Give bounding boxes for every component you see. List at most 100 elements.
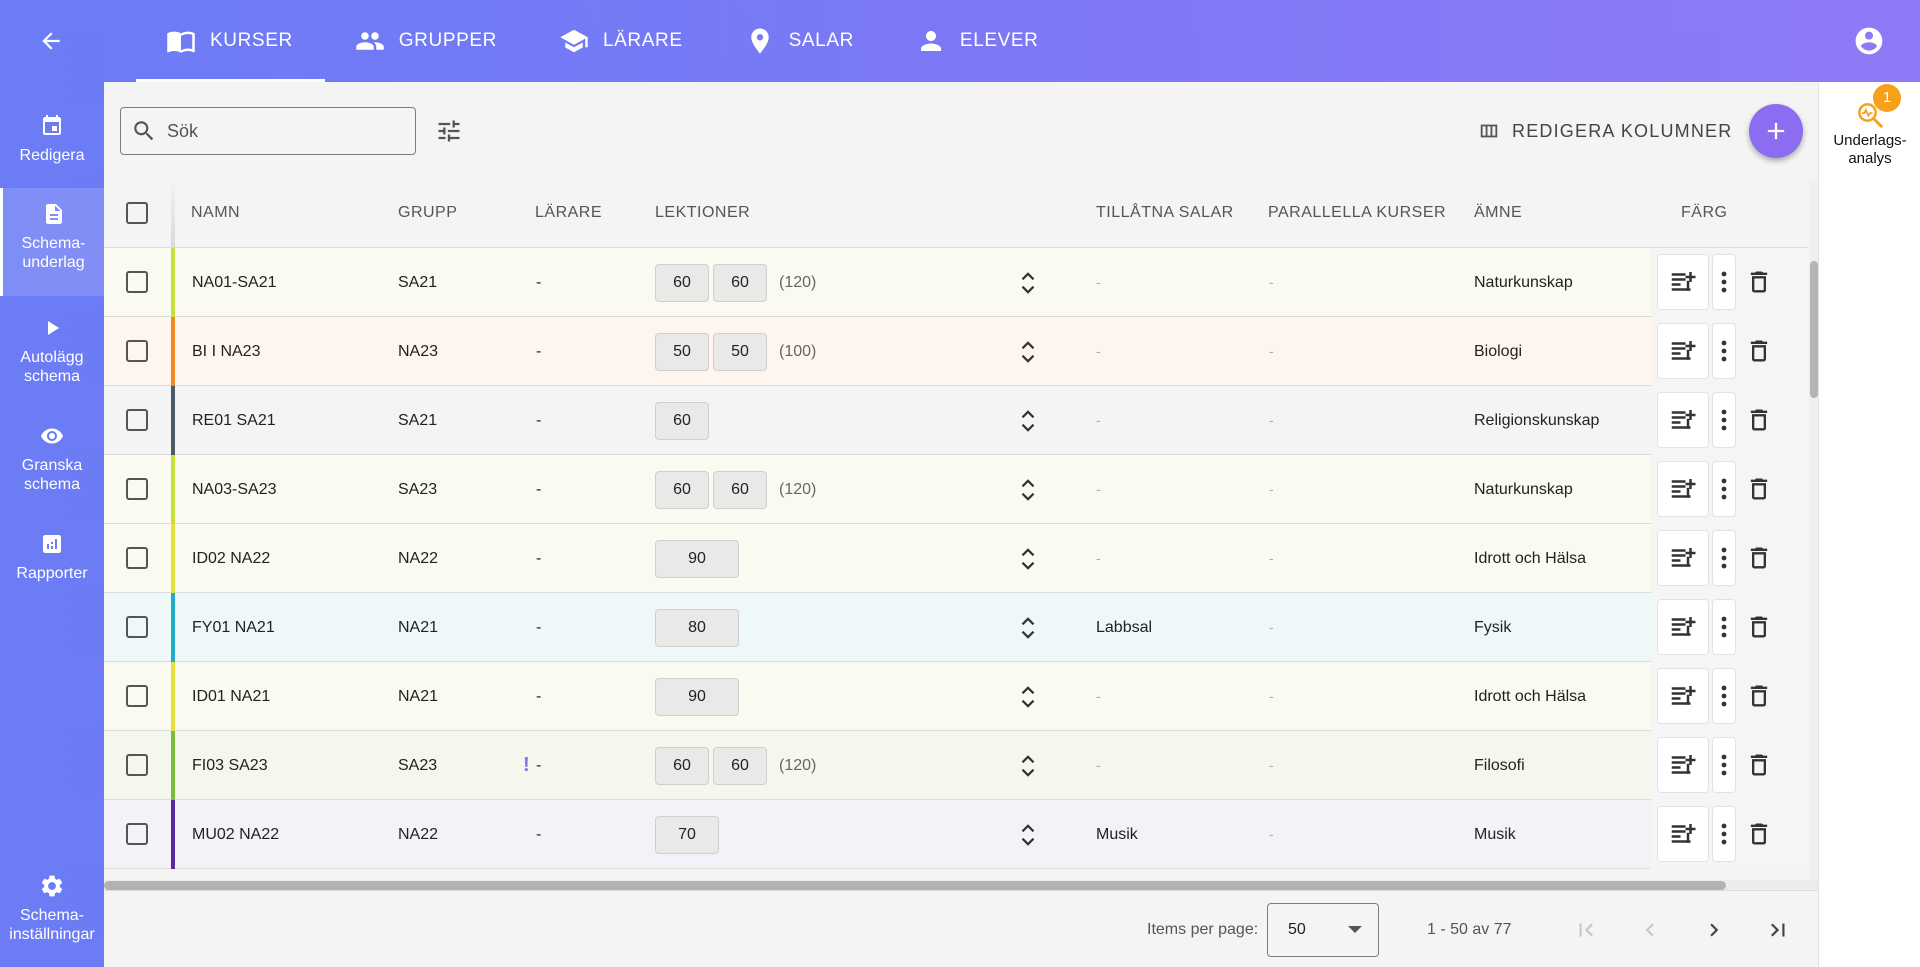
col-teachers-header[interactable]: LÄRARE bbox=[535, 178, 602, 248]
horizontal-scroll-thumb[interactable] bbox=[104, 881, 1726, 890]
add-to-schedule-button[interactable] bbox=[1657, 599, 1709, 655]
expand-lessons-button[interactable] bbox=[1012, 611, 1044, 645]
table-row[interactable]: FY01 NA21 NA21 - 80 Labbsal - Fysik bbox=[104, 593, 1808, 662]
lesson-chip[interactable]: 80 bbox=[655, 609, 739, 647]
previous-page-button[interactable] bbox=[1629, 909, 1671, 951]
nav-granska[interactable]: Granska schema bbox=[0, 422, 104, 512]
row-checkbox[interactable] bbox=[126, 478, 148, 500]
filter-button[interactable] bbox=[430, 112, 468, 150]
lesson-chip[interactable]: 60 bbox=[655, 747, 709, 785]
edit-columns-button[interactable]: REDIGERA KOLUMNER bbox=[1478, 112, 1732, 150]
horizontal-scrollbar[interactable] bbox=[104, 880, 1818, 890]
lesson-chip[interactable]: 90 bbox=[655, 540, 739, 578]
table-row[interactable]: ID02 NA22 NA22 - 90 - - Idrott och Hälsa bbox=[104, 524, 1808, 593]
lesson-chip[interactable]: 90 bbox=[655, 678, 739, 716]
add-course-button[interactable] bbox=[1749, 104, 1803, 158]
items-per-page-select[interactable]: 50 bbox=[1267, 903, 1379, 957]
last-page-button[interactable] bbox=[1757, 909, 1799, 951]
table-row[interactable]: RE01 SA21 SA21 - 60 - - Religionskunskap bbox=[104, 386, 1808, 455]
row-checkbox[interactable] bbox=[126, 340, 148, 362]
lesson-chip[interactable]: 60 bbox=[713, 471, 767, 509]
nav-schemainstallningar[interactable]: Schema- inställningar bbox=[0, 872, 104, 952]
first-page-button[interactable] bbox=[1565, 909, 1607, 951]
delete-button[interactable] bbox=[1739, 745, 1779, 785]
more-options-button[interactable] bbox=[1712, 806, 1736, 862]
warning-icon[interactable]: ! bbox=[523, 731, 530, 800]
row-checkbox[interactable] bbox=[126, 823, 148, 845]
vertical-scrollbar[interactable] bbox=[1809, 178, 1818, 880]
col-lessons-header[interactable]: LEKTIONER bbox=[655, 178, 750, 248]
add-to-schedule-button[interactable] bbox=[1657, 737, 1709, 793]
more-options-button[interactable] bbox=[1712, 323, 1736, 379]
more-options-button[interactable] bbox=[1712, 461, 1736, 517]
nav-redigera[interactable]: Redigera bbox=[0, 112, 104, 192]
col-parallel-header[interactable]: PARALLELLA KURSER bbox=[1268, 178, 1446, 248]
course-name[interactable]: NA01-SA21 bbox=[192, 248, 277, 317]
more-options-button[interactable] bbox=[1712, 668, 1736, 724]
course-name[interactable]: FY01 NA21 bbox=[192, 593, 275, 662]
table-row[interactable]: FI03 SA23 SA23! -60 60 (120) - - Filosofi bbox=[104, 731, 1808, 800]
search-input[interactable] bbox=[167, 120, 397, 142]
tab-grupper[interactable]: GRUPPER bbox=[325, 0, 529, 82]
expand-lessons-button[interactable] bbox=[1012, 473, 1044, 507]
expand-lessons-button[interactable] bbox=[1012, 680, 1044, 714]
col-color-header[interactable]: FÄRG bbox=[1681, 178, 1727, 248]
vertical-scroll-thumb[interactable] bbox=[1810, 261, 1818, 398]
row-checkbox[interactable] bbox=[126, 409, 148, 431]
more-options-button[interactable] bbox=[1712, 737, 1736, 793]
lesson-chip[interactable]: 60 bbox=[655, 264, 709, 302]
table-row[interactable]: NA03-SA23 SA23 - 60 60 (120) - - Naturkunskap bbox=[104, 455, 1808, 524]
course-name[interactable]: NA03-SA23 bbox=[192, 455, 277, 524]
expand-lessons-button[interactable] bbox=[1012, 266, 1044, 300]
col-group-header[interactable]: GRUPP bbox=[398, 178, 457, 248]
expand-lessons-button[interactable] bbox=[1012, 542, 1044, 576]
delete-button[interactable] bbox=[1739, 331, 1779, 371]
delete-button[interactable] bbox=[1739, 814, 1779, 854]
course-name[interactable]: FI03 SA23 bbox=[192, 731, 268, 800]
delete-button[interactable] bbox=[1739, 676, 1779, 716]
add-to-schedule-button[interactable] bbox=[1657, 392, 1709, 448]
row-checkbox[interactable] bbox=[126, 616, 148, 638]
underlagsanalys-button[interactable]: 1 Underlags- analys bbox=[1819, 82, 1920, 168]
col-subject-header[interactable]: ÄMNE bbox=[1474, 178, 1522, 248]
table-row[interactable]: BI I NA23 NA23 - 50 50 (100) - - Biologi bbox=[104, 317, 1808, 386]
col-name-header[interactable]: NAMN bbox=[191, 178, 240, 248]
search-field[interactable] bbox=[120, 107, 416, 155]
nav-schemaunderlag[interactable]: Schema- underlag bbox=[0, 188, 104, 296]
tab-larare[interactable]: LÄRARE bbox=[529, 0, 715, 82]
course-name[interactable]: MU02 NA22 bbox=[192, 800, 279, 869]
tab-salar[interactable]: SALAR bbox=[715, 0, 886, 82]
delete-button[interactable] bbox=[1739, 538, 1779, 578]
add-to-schedule-button[interactable] bbox=[1657, 323, 1709, 379]
col-rooms-header[interactable]: TILLÅTNA SALAR bbox=[1096, 178, 1234, 248]
row-checkbox[interactable] bbox=[126, 547, 148, 569]
lesson-chip[interactable]: 60 bbox=[713, 747, 767, 785]
more-options-button[interactable] bbox=[1712, 392, 1736, 448]
table-row[interactable]: ID01 NA21 NA21 - 90 - - Idrott och Hälsa bbox=[104, 662, 1808, 731]
expand-lessons-button[interactable] bbox=[1012, 404, 1044, 438]
course-name[interactable]: BI I NA23 bbox=[192, 317, 260, 386]
account-button[interactable] bbox=[1847, 19, 1891, 63]
lesson-chip[interactable]: 70 bbox=[655, 816, 719, 854]
add-to-schedule-button[interactable] bbox=[1657, 254, 1709, 310]
add-to-schedule-button[interactable] bbox=[1657, 530, 1709, 586]
more-options-button[interactable] bbox=[1712, 254, 1736, 310]
lesson-chip[interactable]: 60 bbox=[655, 471, 709, 509]
row-checkbox[interactable] bbox=[126, 271, 148, 293]
expand-lessons-button[interactable] bbox=[1012, 335, 1044, 369]
lesson-chip[interactable]: 60 bbox=[713, 264, 767, 302]
delete-button[interactable] bbox=[1739, 607, 1779, 647]
table-row[interactable]: MU02 NA22 NA22 - 70 Musik - Musik bbox=[104, 800, 1808, 869]
row-checkbox[interactable] bbox=[126, 754, 148, 776]
add-to-schedule-button[interactable] bbox=[1657, 668, 1709, 724]
select-all-checkbox[interactable] bbox=[126, 202, 148, 224]
course-name[interactable]: ID02 NA22 bbox=[192, 524, 270, 593]
course-name[interactable]: ID01 NA21 bbox=[192, 662, 270, 731]
course-name[interactable]: RE01 SA21 bbox=[192, 386, 276, 455]
tab-kurser[interactable]: KURSER bbox=[136, 0, 325, 82]
expand-lessons-button[interactable] bbox=[1012, 818, 1044, 852]
back-button[interactable] bbox=[28, 18, 74, 64]
add-to-schedule-button[interactable] bbox=[1657, 806, 1709, 862]
lesson-chip[interactable]: 50 bbox=[713, 333, 767, 371]
expand-lessons-button[interactable] bbox=[1012, 749, 1044, 783]
